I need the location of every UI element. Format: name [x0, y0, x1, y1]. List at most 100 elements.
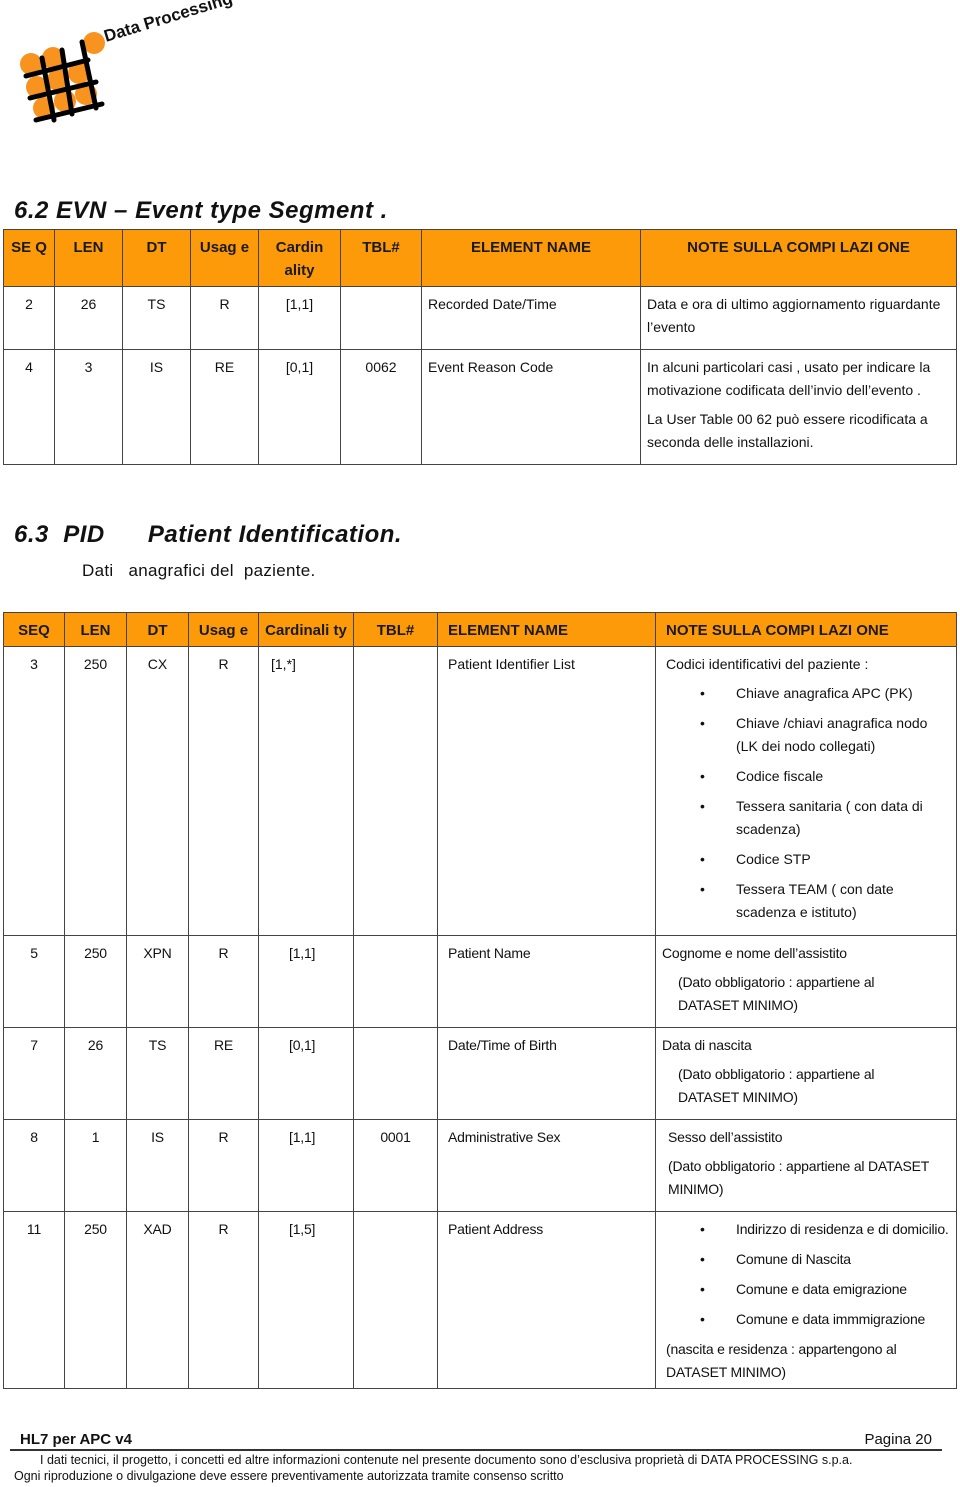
- cell-tbl: 0062: [340, 349, 422, 465]
- list-item-text: Codice fiscale: [736, 768, 824, 784]
- bullet-icon: •: [700, 851, 705, 867]
- cell-usage: R: [188, 1119, 259, 1212]
- cell-note: Cognome e nome dell’assistito (Dato obbl…: [655, 935, 957, 1028]
- cell-len: 26: [54, 286, 123, 350]
- col-header-cardinality: Cardinali ty: [258, 612, 354, 647]
- cell-len: 250: [64, 646, 127, 936]
- col-header-tbl: TBL#: [353, 612, 438, 647]
- cell-usage: R: [190, 286, 259, 350]
- col-header-notes: NOTE SULLA COMPI LAZI ONE: [655, 612, 957, 647]
- section-heading-evn: 6.2 EVN – Event type Segment .: [14, 197, 388, 224]
- note-text: Sesso dell’assistito: [668, 1129, 783, 1145]
- cell-cardinality: [0,1]: [258, 1027, 354, 1120]
- list-item-text: Codice STP: [736, 851, 811, 867]
- col-header-seq: SE Q: [3, 229, 55, 287]
- cell-tbl: [340, 286, 422, 350]
- section-title: Patient Identification.: [147, 521, 403, 548]
- col-header-tbl: TBL#: [340, 229, 422, 287]
- cell-seq: 8: [3, 1119, 65, 1212]
- cell-element-name: Event Reason Code: [421, 349, 641, 465]
- bullet-icon: •: [700, 1221, 705, 1237]
- cell-note: • Indirizzo di residenza e di domicilio. …: [655, 1211, 957, 1389]
- note-text: Data e ora di ultimo aggiornamento rigua…: [647, 296, 941, 335]
- col-header-dt: DT: [122, 229, 191, 287]
- bullet-icon: •: [700, 881, 705, 897]
- list-item: • Tessera TEAM ( con date scadenza e isti…: [700, 878, 950, 924]
- cell-note: Sesso dell’assistito (Dato obbligatorio …: [655, 1119, 957, 1212]
- bullet-icon: •: [700, 715, 705, 731]
- note-text: La User Table 00 62 può essere ricodific…: [647, 411, 928, 450]
- cell-element-name: Patient Identifier List: [437, 646, 656, 936]
- col-header-dt: DT: [126, 612, 189, 647]
- cell-dt: XPN: [126, 935, 189, 1028]
- note-text: Data di nascita: [662, 1037, 752, 1053]
- cell-seq: 4: [3, 349, 55, 465]
- company-logo: Data Processing: [6, 0, 236, 130]
- cell-seq: 11: [3, 1211, 65, 1389]
- cell-tbl: [353, 646, 438, 936]
- table-row: 3 250 CX R [1,*] Patient Identifier List…: [3, 646, 957, 936]
- cell-cardinality: [1,5]: [258, 1211, 354, 1389]
- cell-dt: IS: [126, 1119, 189, 1212]
- cell-dt: IS: [122, 349, 191, 465]
- cell-cardinality: [1,1]: [258, 286, 341, 350]
- cell-usage: RE: [188, 1027, 259, 1120]
- cell-cardinality: [0,1]: [258, 349, 341, 465]
- list-item: • Comune di Nascita: [700, 1248, 950, 1271]
- table-row: 4 3 IS RE [0,1] 0062 Event Reason Code I…: [3, 349, 957, 465]
- list-item: • Comune e data emigrazione: [700, 1278, 950, 1301]
- cell-dt: TS: [122, 286, 191, 350]
- cell-len: 250: [64, 1211, 127, 1389]
- note-text: Cognome e nome dell’assistito: [662, 945, 847, 961]
- table-header-row: SEQ LEN DT Usag e Cardinali ty TBL# ELEM…: [3, 612, 957, 647]
- logo-text: Data Processing: [102, 0, 235, 46]
- table-row: 11 250 XAD R [1,5] Patient Address • Indi…: [3, 1211, 957, 1389]
- cell-element-name: Date/Time of Birth: [437, 1027, 656, 1120]
- footer-disclaimer-line2: Ogni riproduzione o divulgazione deve es…: [14, 1469, 564, 1483]
- section-heading-pid: 6.3 PID Patient Identification.: [14, 521, 402, 549]
- cell-seq: 7: [3, 1027, 65, 1120]
- col-header-usage: Usag e: [190, 229, 259, 287]
- col-header-seq: SEQ: [3, 612, 65, 647]
- table-header-row: SE Q LEN DT Usag e Cardin ality TBL# ELE…: [3, 229, 957, 287]
- table-row: 5 250 XPN R [1,1] Patient Name Cognome e…: [3, 935, 957, 1028]
- note-text: (Dato obbligatorio : appartiene al DATAS…: [678, 974, 875, 1013]
- table-row: 8 1 IS R [1,1] 0001 Administrative Sex S…: [3, 1119, 957, 1212]
- table-row: 2 26 TS R [1,1] Recorded Date/Time Data …: [3, 286, 957, 350]
- list-item: • Comune e data immmigrazione: [700, 1308, 950, 1331]
- list-item: • Tessera sanitaria ( con data di scadenz…: [700, 795, 950, 841]
- note-text: In alcuni particolari casi , usato per i…: [647, 359, 931, 398]
- address-list: • Indirizzo di residenza e di domicilio. …: [666, 1218, 950, 1331]
- col-header-len: LEN: [54, 229, 123, 287]
- col-header-element-name: ELEMENT NAME: [437, 612, 656, 647]
- cell-usage: RE: [190, 349, 259, 465]
- cell-len: 3: [54, 349, 123, 465]
- note-intro: Codici identificativi del paziente :: [666, 656, 869, 672]
- cell-tbl: [353, 935, 438, 1028]
- pid-segment-table: SEQ LEN DT Usag e Cardinali ty TBL# ELEM…: [3, 612, 957, 1389]
- cell-note: Codici identificativi del paziente : • Ch…: [655, 646, 957, 936]
- note-outro: (nascita e residenza : appartengono al D…: [666, 1341, 897, 1380]
- list-item-text: Indirizzo di residenza e di domicilio.: [736, 1221, 949, 1237]
- cell-tbl: [353, 1211, 438, 1389]
- list-item-text: Comune e data emigrazione: [736, 1281, 907, 1297]
- dot-grid-logo-icon: Data Processing: [20, 0, 235, 123]
- cell-element-name: Patient Name: [437, 935, 656, 1028]
- bullet-icon: •: [700, 1311, 705, 1327]
- cell-element-name: Recorded Date/Time: [421, 286, 641, 350]
- cell-tbl: 0001: [353, 1119, 438, 1212]
- cell-note: Data e ora di ultimo aggiornamento rigua…: [640, 286, 957, 350]
- list-item-text: Tessera TEAM ( con date scadenza e istit…: [736, 881, 894, 920]
- bullet-icon: •: [700, 768, 705, 784]
- col-header-notes: NOTE SULLA COMPI LAZI ONE: [640, 229, 957, 287]
- col-header-usage: Usag e: [188, 612, 259, 647]
- list-item: • Chiave anagrafica APC (PK): [700, 682, 950, 705]
- col-header-element-name: ELEMENT NAME: [421, 229, 641, 287]
- cell-element-name: Administrative Sex: [437, 1119, 656, 1212]
- cell-cardinality: [1,*]: [258, 646, 354, 936]
- cell-dt: CX: [126, 646, 189, 936]
- cell-dt: TS: [126, 1027, 189, 1120]
- list-item: • Codice STP: [700, 848, 950, 871]
- section-code: 6.3 PID: [14, 521, 105, 548]
- col-header-len: LEN: [64, 612, 127, 647]
